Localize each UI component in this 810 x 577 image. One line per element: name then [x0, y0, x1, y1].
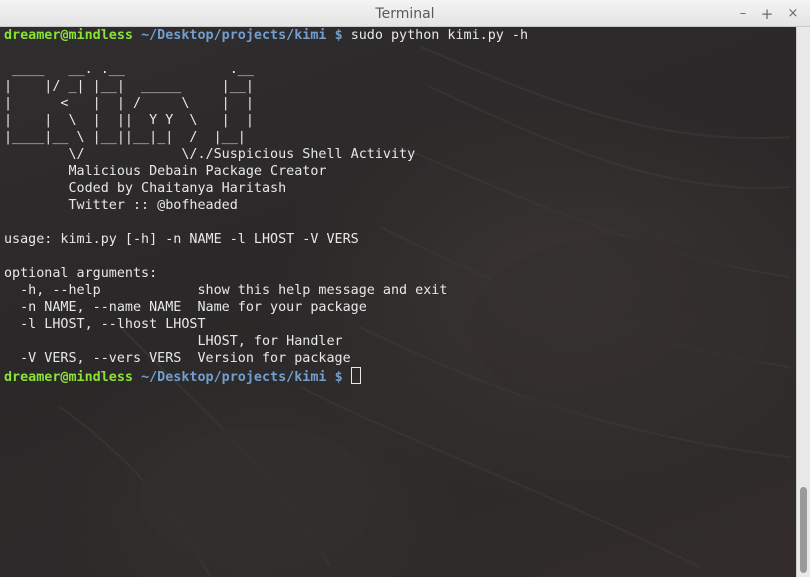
command-line: dreamer@mindless ~/Desktop/projects/kimi… — [4, 27, 528, 44]
prompt-user-host: dreamer@mindless — [4, 370, 133, 385]
banner-line: \/ \/ — [4, 147, 198, 162]
terminal-text: dreamer@mindless ~/Desktop/projects/kimi… — [4, 27, 528, 385]
prompt-symbol: $ — [334, 28, 343, 43]
info-line: Coded by Chaitanya Haritash — [4, 181, 287, 196]
prompt-symbol: $ — [334, 370, 343, 385]
prompt-user-host: dreamer@mindless — [4, 28, 133, 43]
option-line: -V VERS, --vers VERS Version for package — [4, 351, 351, 366]
option-line: -l LHOST, --lhost LHOST — [4, 317, 206, 332]
prompt-path: ~/Desktop/projects/kimi — [141, 28, 327, 43]
info-line: Twitter :: @bofheaded — [4, 198, 238, 213]
entered-command: sudo python kimi.py -h — [350, 28, 529, 43]
active-prompt-line[interactable]: dreamer@mindless ~/Desktop/projects/kimi… — [4, 367, 528, 385]
option-line: -h, --help show this help message and ex… — [4, 283, 448, 298]
minimize-button[interactable]: – — [734, 5, 752, 23]
terminal-window: Terminal – + × dreamer@mindless ~/Deskto… — [0, 0, 810, 577]
text-cursor[interactable] — [350, 367, 361, 384]
banner-line: | < | | / \ | | — [4, 96, 254, 111]
optional-arguments-header: optional arguments: — [4, 266, 158, 281]
vertical-scrollbar[interactable] — [796, 27, 810, 577]
banner-line: ____ __. .__ .__ — [4, 62, 262, 77]
banner-line-tagline: \/ \/./Suspicious Shell Activity — [4, 146, 528, 163]
terminal-output-area[interactable]: dreamer@mindless ~/Desktop/projects/kimi… — [0, 27, 796, 577]
banner-line: | | \ | || Y Y \ | | — [4, 113, 254, 128]
close-button[interactable]: × — [784, 5, 802, 23]
info-line: Malicious Debain Package Creator — [4, 164, 327, 179]
maximize-button[interactable]: + — [758, 5, 776, 23]
banner-tagline: ./Suspicious Shell Activity — [197, 147, 416, 162]
option-line: -n NAME, --name NAME Name for your packa… — [4, 300, 367, 315]
title-bar[interactable]: Terminal – + × — [0, 0, 810, 27]
banner-line: |____|__ \ |__||__|_| / |__| — [4, 130, 246, 145]
usage-line: usage: kimi.py [-h] -n NAME -l LHOST -V … — [4, 232, 359, 247]
prompt-path: ~/Desktop/projects/kimi — [141, 370, 327, 385]
window-title: Terminal — [375, 6, 435, 22]
banner-line: | |/ _| |__| _____ |__| — [4, 79, 254, 94]
option-line: LHOST, for Handler — [4, 334, 343, 349]
scrollbar-thumb[interactable] — [800, 487, 807, 573]
